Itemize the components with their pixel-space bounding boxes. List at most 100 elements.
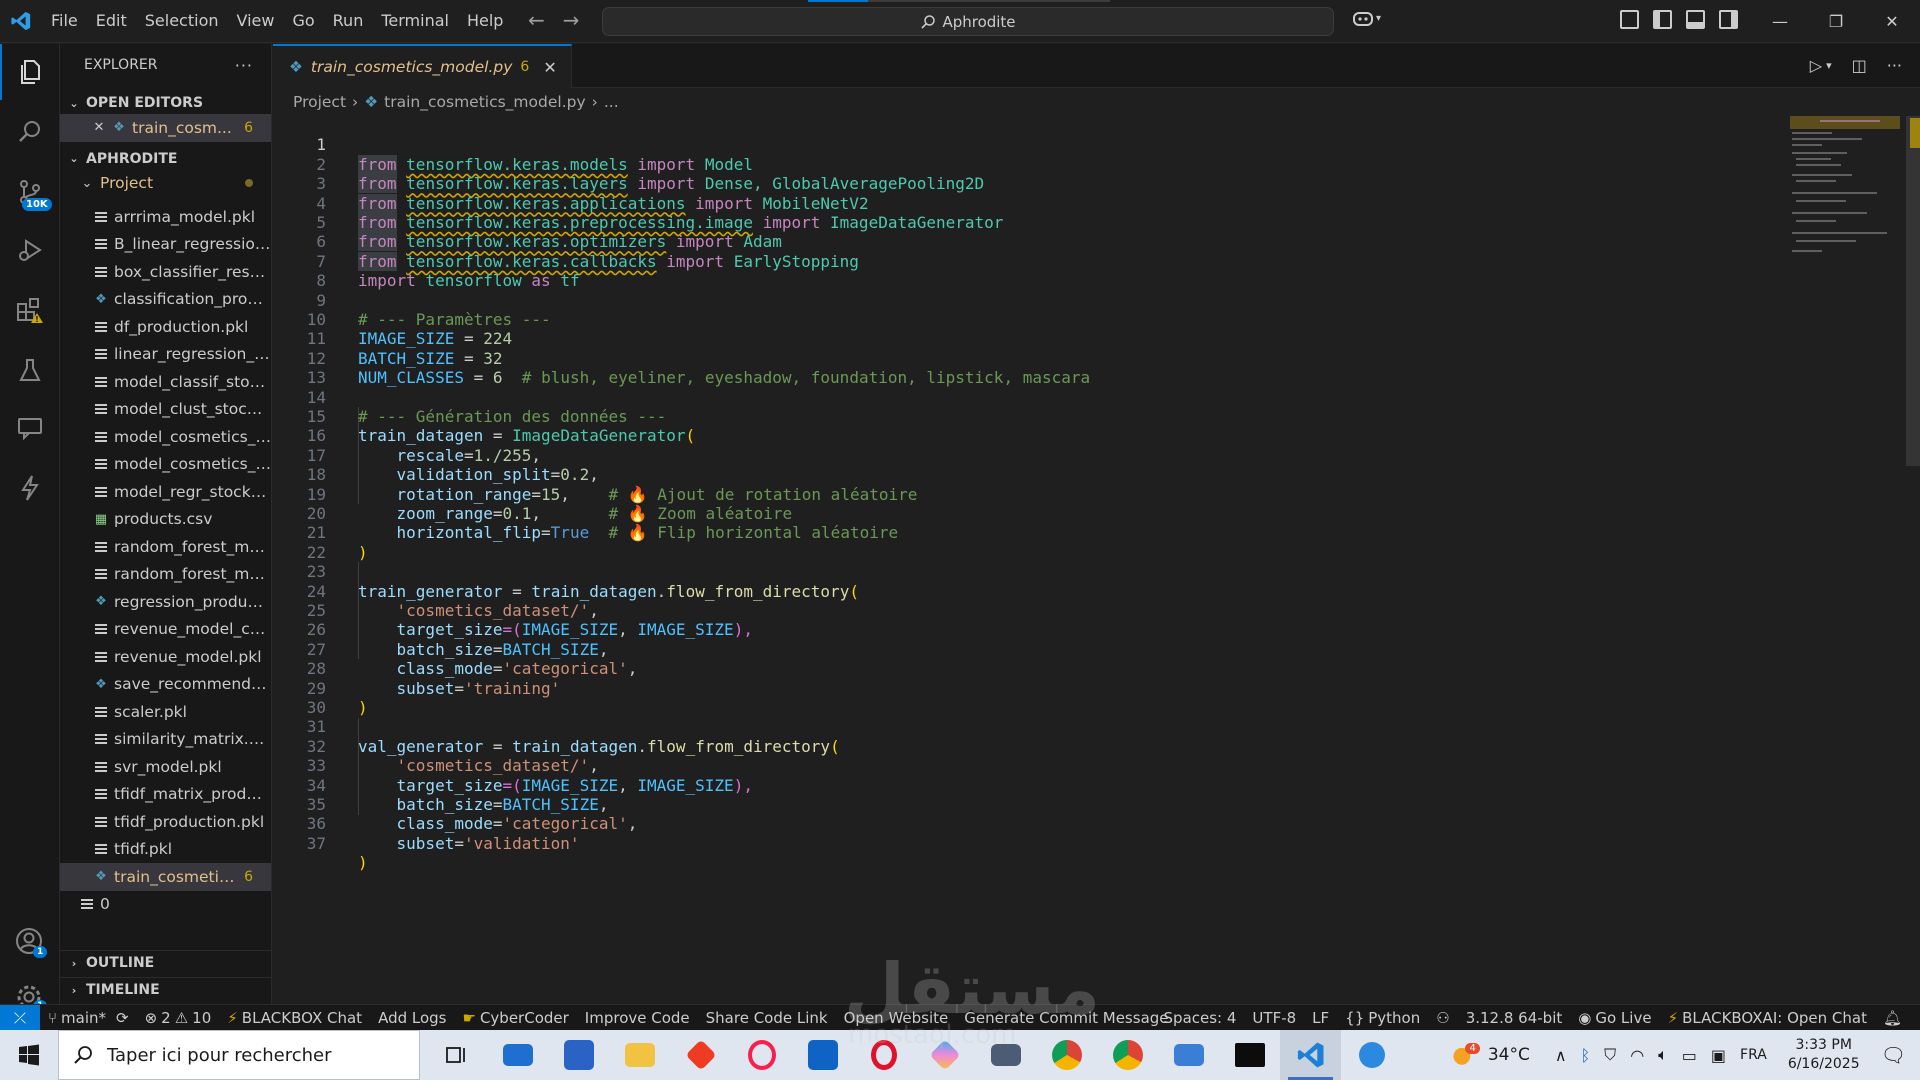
opera-gx-icon[interactable] — [731, 1030, 792, 1080]
file-item[interactable]: ❖ classification_produ... — [60, 286, 271, 314]
close-icon[interactable]: ✕ — [1864, 0, 1920, 43]
breadcrumb-file[interactable]: train_cosmetics_model.py — [384, 93, 585, 111]
open-editor-item[interactable]: ✕ ❖ train_cosm... 6 — [60, 114, 271, 142]
menu-run[interactable]: Run — [324, 6, 373, 36]
file-item[interactable]: df_production.pkl — [60, 313, 271, 341]
workspace-section[interactable]: ⌄ APHRODITE — [60, 148, 271, 170]
share-code-link-button[interactable]: Share Code Link — [698, 1009, 836, 1027]
minimap[interactable] — [1790, 116, 1900, 1004]
accounts-icon[interactable]: 1 — [0, 914, 60, 970]
interpreter-indicator[interactable]: 3.12.8 64-bit — [1458, 1009, 1571, 1027]
copilot-button[interactable]: ▾ — [1352, 9, 1381, 27]
blackbox-chat-button[interactable]: ⚡ BLACKBOX Chat — [219, 1009, 370, 1027]
file-item[interactable]: ❖ save_recommendati... — [60, 671, 271, 699]
clock[interactable]: 3:33 PM 6/16/2025 — [1788, 1036, 1860, 1074]
explorer-icon[interactable] — [0, 44, 60, 100]
project-folder[interactable]: ⌄ Project — [60, 170, 271, 198]
cybercoder-button[interactable]: ☛ CyberCoder — [455, 1009, 577, 1027]
scroll-thumb[interactable] — [1906, 116, 1920, 466]
file-item[interactable]: model_regr_stock.pkl — [60, 478, 271, 506]
command-center[interactable]: Aphrodite — [602, 7, 1334, 36]
chevron-down-icon[interactable]: ▾ — [1826, 59, 1832, 72]
search-icon[interactable] — [0, 104, 60, 160]
notifications-bell-icon[interactable]: 🔔︎ — [1875, 1009, 1910, 1027]
file-item[interactable]: model_cosmetics_fi... — [60, 423, 271, 451]
menu-file[interactable]: File — [42, 6, 87, 36]
remote-explorer-icon[interactable] — [0, 400, 60, 456]
more-actions-icon[interactable]: ··· — [1887, 56, 1902, 75]
back-arrow-icon[interactable]: ← — [528, 8, 545, 32]
file-explorer-icon[interactable] — [609, 1030, 670, 1080]
security-shield-icon[interactable]: ⛉ — [1604, 1045, 1616, 1065]
file-item[interactable]: linear_regression_m... — [60, 341, 271, 369]
vscode-logo-icon[interactable] — [0, 0, 42, 43]
menu-terminal[interactable]: Terminal — [372, 6, 458, 36]
run-file-icon[interactable]: ▷ — [1810, 56, 1822, 75]
menu-selection[interactable]: Selection — [136, 6, 228, 36]
open-editors-section[interactable]: ⌄ OPEN EDITORS — [60, 92, 271, 114]
split-editor-icon[interactable]: ◫ — [1852, 56, 1867, 75]
encoding-indicator[interactable]: UTF-8 — [1244, 1009, 1304, 1027]
store-app-icon[interactable] — [548, 1030, 609, 1080]
restore-icon[interactable]: ❐ — [1808, 0, 1864, 43]
file-item-selected[interactable]: ❖ train_cosmetics... 6 — [60, 863, 271, 891]
file-item[interactable]: svr_model.pkl — [60, 753, 271, 781]
remote-desktop-icon[interactable] — [1158, 1030, 1219, 1080]
minimize-icon[interactable]: — — [1752, 0, 1808, 43]
notification-center-icon[interactable]: 🗨︎ — [1881, 1043, 1906, 1067]
file-item[interactable]: scaler.pkl — [60, 698, 271, 726]
file-item[interactable]: random_forest_mod... — [60, 561, 271, 589]
menu-view[interactable]: View — [228, 6, 284, 36]
timeline-section[interactable]: › TIMELINE — [60, 977, 271, 1002]
file-item[interactable]: box_classifier_resnet... — [60, 258, 271, 286]
outlook-icon[interactable] — [792, 1030, 853, 1080]
remote-indicator-icon[interactable]: ⤫ — [0, 1004, 40, 1031]
file-item[interactable]: tfidf_production.pkl — [60, 808, 271, 836]
file-item[interactable]: tfidf.pkl — [60, 836, 271, 864]
indentation-indicator[interactable]: Spaces: 4 — [1156, 1009, 1245, 1027]
toggle-sidebar-icon[interactable] — [1653, 10, 1672, 29]
add-logs-button[interactable]: Add Logs — [370, 1009, 454, 1027]
battery-icon[interactable]: ▭ — [1682, 1046, 1697, 1065]
terminal-icon[interactable] — [1219, 1030, 1280, 1080]
toggle-secondary-sidebar-icon[interactable] — [1719, 10, 1738, 29]
outline-section[interactable]: › OUTLINE — [60, 950, 271, 975]
lightning-icon[interactable] — [0, 460, 60, 516]
weather-widget[interactable]: ● 4 34°C — [1452, 1042, 1530, 1068]
close-icon[interactable]: ✕ — [543, 58, 556, 77]
blackbox-open-chat-button[interactable]: ⚡ BLACKBOXAI: Open Chat — [1660, 1009, 1875, 1027]
problems-indicator[interactable]: ⊗ 2 ⚠ 10 — [137, 1009, 220, 1027]
taskbar-search[interactable]: Taper ici pour rechercher — [58, 1030, 420, 1080]
vscode-taskbar-icon[interactable] — [1280, 1030, 1341, 1080]
file-item[interactable]: revenue_model.pkl — [60, 643, 271, 671]
toggle-panel-icon[interactable] — [1686, 10, 1705, 29]
language-indicator[interactable]: {} Python — [1337, 1009, 1428, 1027]
menu-help[interactable]: Help — [458, 6, 512, 36]
wifi-icon[interactable]: ◠ — [1630, 1046, 1644, 1065]
chrome-profile-icon[interactable] — [1097, 1030, 1158, 1080]
testing-flask-icon[interactable] — [0, 342, 60, 398]
file-item[interactable]: ❖ regression_producti... — [60, 588, 271, 616]
anydesk-icon[interactable] — [670, 1030, 731, 1080]
close-icon[interactable]: ✕ — [92, 120, 106, 135]
file-item[interactable]: arrrima_model.pkl — [60, 203, 271, 231]
file-item[interactable]: tfidf_matrix_product... — [60, 781, 271, 809]
task-view-icon[interactable] — [426, 1030, 487, 1080]
code-editor[interactable]: 1 from tensorflow.keras.models import Mo… — [273, 116, 1783, 1004]
volume-icon[interactable]: 🔈︎ — [1658, 1045, 1668, 1065]
go-live-button[interactable]: ◉ Go Live — [1570, 1009, 1659, 1027]
source-control-icon[interactable]: 10K — [0, 164, 60, 220]
chevron-up-icon[interactable]: ∧ — [1555, 1046, 1567, 1065]
customize-layout-icon[interactable] — [1620, 10, 1639, 29]
vertical-scrollbar[interactable] — [1906, 116, 1920, 1004]
breadcrumb-folder[interactable]: Project — [293, 93, 346, 111]
tab-train-cosmetics-model[interactable]: ❖ train_cosmetics_model.py 6 ✕ — [273, 44, 572, 88]
chrome-icon[interactable] — [1036, 1030, 1097, 1080]
file-item[interactable]: B_linear_regression_... — [60, 231, 271, 259]
mail-app-icon[interactable] — [487, 1030, 548, 1080]
more-actions-icon[interactable]: ··· — [235, 56, 253, 75]
breadcrumb-more[interactable]: ... — [604, 93, 619, 111]
eol-indicator[interactable]: LF — [1304, 1009, 1337, 1027]
file-item[interactable]: model_classif_stock.... — [60, 368, 271, 396]
improve-code-button[interactable]: Improve Code — [577, 1009, 698, 1027]
